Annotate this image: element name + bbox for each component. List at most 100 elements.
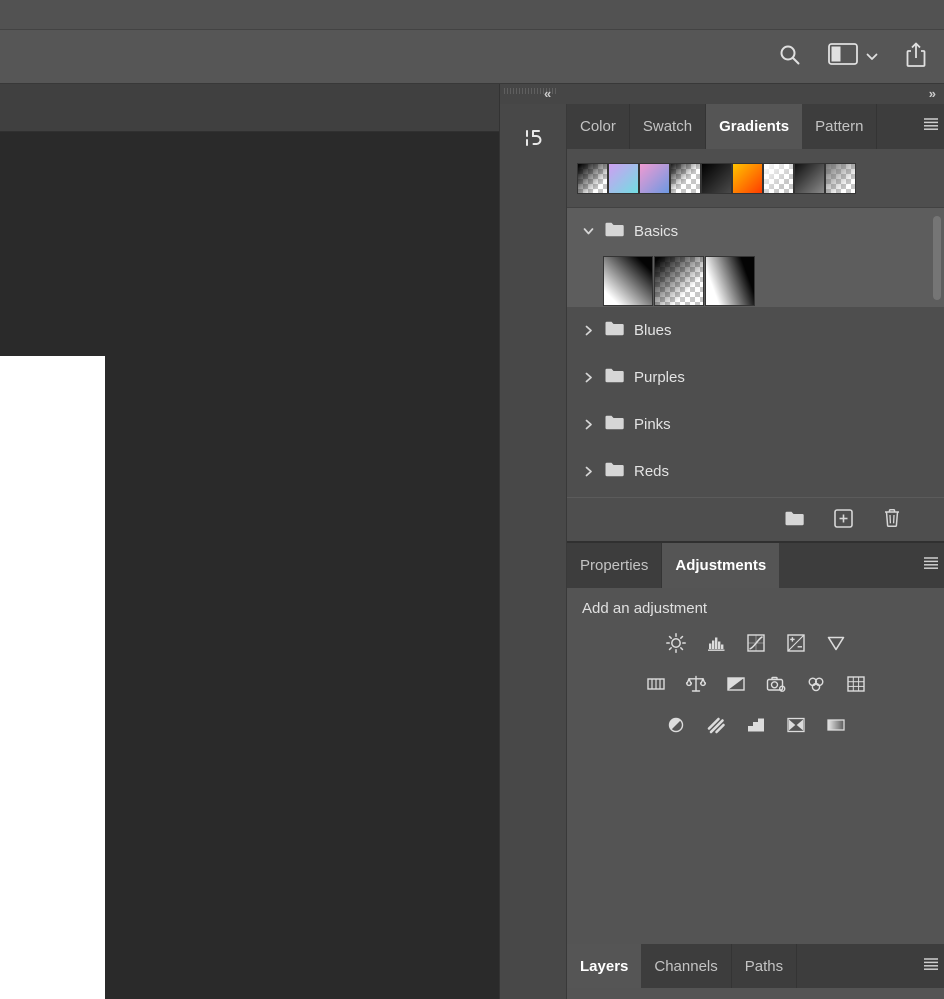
gradient-fill (826, 163, 855, 193)
menu-bar (0, 0, 944, 30)
chevron-right-icon[interactable] (582, 418, 595, 431)
new-gradient-button[interactable] (833, 508, 854, 532)
gradient-group-label: Pinks (634, 416, 671, 433)
tab-properties[interactable]: Properties (567, 543, 663, 588)
gradient-preset-thumb[interactable] (578, 163, 607, 193)
tab-paths[interactable]: Paths (732, 944, 798, 988)
gradient-preset-thumb[interactable] (640, 163, 669, 193)
tab-swatches[interactable]: Swatch (630, 104, 707, 149)
adjustment-icon-row (567, 673, 944, 699)
adjustment-brightness-contrast-button[interactable] (663, 632, 689, 658)
document-canvas[interactable] (0, 356, 105, 999)
adjustment-vibrance-button[interactable] (823, 632, 849, 658)
gradient-swatch[interactable] (604, 257, 652, 305)
threshold-icon (745, 714, 767, 741)
gradient-preset-thumb[interactable] (702, 163, 731, 193)
hue-saturation-icon (645, 673, 667, 700)
add-adjustment-heading: Add an adjustment (582, 600, 708, 617)
gradients-panel-footer (567, 497, 944, 541)
adjustments-panel-menu-button[interactable] (923, 543, 944, 588)
options-bar (0, 30, 944, 84)
scrollbar-thumb[interactable] (933, 216, 941, 300)
gradient-fill (671, 163, 700, 193)
adjustment-levels-button[interactable] (703, 632, 729, 658)
gradient-presets-strip (567, 149, 944, 207)
vibrance-icon (825, 632, 847, 659)
gradient-group-pinks[interactable]: Pinks (567, 401, 944, 448)
gradient-preset-thumb[interactable] (671, 163, 700, 193)
tab-layers[interactable]: Layers (567, 944, 642, 988)
collapse-panels-button[interactable]: « (544, 84, 551, 104)
gradient-preset-thumb[interactable] (826, 163, 855, 193)
gradient-fill (604, 257, 652, 305)
hamburger-menu-icon (923, 556, 939, 575)
search-button[interactable] (778, 43, 802, 70)
adjustments-tab-bar: Properties Adjustments (567, 543, 944, 588)
tab-channels[interactable]: Channels (641, 944, 732, 988)
folder-icon (604, 414, 625, 436)
chevron-right-icon[interactable] (582, 465, 595, 478)
scrollbar[interactable] (933, 211, 942, 494)
new-group-button[interactable] (784, 510, 805, 530)
workspace-switcher-icon (828, 43, 858, 70)
chevron-right-icon[interactable] (582, 324, 595, 337)
canvas-column (0, 84, 500, 999)
chevron-right-icon[interactable] (582, 371, 595, 384)
folder-icon (604, 461, 625, 483)
adjustment-invert-button[interactable] (663, 714, 689, 740)
tab-adjustments[interactable]: Adjustments (662, 543, 780, 588)
gradient-preset-thumb[interactable] (764, 163, 793, 193)
chevron-down-icon[interactable] (582, 225, 595, 238)
gradient-fill (655, 257, 703, 305)
chevron-down-icon (866, 48, 878, 66)
adjustment-exposure-button[interactable] (783, 632, 809, 658)
gradient-group-purples[interactable]: Purples (567, 354, 944, 401)
exposure-icon (785, 632, 807, 659)
gradient-preset-thumb[interactable] (733, 163, 762, 193)
layers-panel-menu-button[interactable] (923, 944, 944, 988)
panel-dock (500, 104, 567, 999)
adjustment-gradient-map-button[interactable] (823, 714, 849, 740)
gradient-group-label: Reds (634, 463, 670, 480)
adjustment-threshold-button[interactable] (743, 714, 769, 740)
gradient-swatch[interactable] (706, 257, 754, 305)
selective-color-icon (785, 714, 807, 741)
gradient-preset-thumb[interactable] (609, 163, 638, 193)
gradients-panel-menu-button[interactable] (923, 104, 944, 149)
panel-body-region: Color Swatch Gradients Pattern Basics Bl… (500, 104, 944, 999)
adjustment-color-lookup-button[interactable] (843, 673, 869, 699)
delete-button[interactable] (882, 507, 902, 532)
adjustment-selective-color-button[interactable] (783, 714, 809, 740)
gradient-group-reds[interactable]: Reds (567, 448, 944, 495)
color-balance-icon (685, 673, 707, 700)
search-icon (778, 43, 802, 70)
gradient-group-basics[interactable]: Basics (567, 208, 944, 255)
right-panel-region: « » Color Swatch Gradients Pattern Basic… (500, 84, 944, 999)
color-lookup-icon (845, 673, 867, 700)
share-button[interactable] (904, 41, 928, 72)
adjustment-black-and-white-button[interactable] (723, 673, 749, 699)
gradient-fill (706, 257, 754, 305)
gradient-swatch[interactable] (655, 257, 703, 305)
tab-gradients[interactable]: Gradients (706, 104, 803, 149)
gradient-fill (578, 163, 607, 193)
gradient-fill (640, 163, 669, 193)
adjustment-curves-button[interactable] (743, 632, 769, 658)
collapsed-panel-button[interactable] (510, 116, 556, 162)
new-group-folder-icon (784, 510, 805, 530)
tab-color[interactable]: Color (567, 104, 630, 149)
adjustment-photo-filter-button[interactable] (763, 673, 789, 699)
main-area: « » Color Swatch Gradients Pattern Basic… (0, 84, 944, 999)
adjustment-icon-row (567, 714, 944, 740)
adjustment-color-balance-button[interactable] (683, 673, 709, 699)
adjustment-posterize-button[interactable] (703, 714, 729, 740)
adjustment-channel-mixer-button[interactable] (803, 673, 829, 699)
gradient-group-blues[interactable]: Blues (567, 307, 944, 354)
gradient-preset-thumb[interactable] (795, 163, 824, 193)
workspace-switcher[interactable] (828, 43, 878, 70)
tab-patterns[interactable]: Pattern (802, 104, 878, 149)
adjustment-hue-saturation-button[interactable] (643, 673, 669, 699)
expand-panels-button[interactable]: » (929, 84, 936, 104)
gradients-tab-bar: Color Swatch Gradients Pattern (567, 104, 944, 149)
folder-icon (604, 320, 625, 342)
